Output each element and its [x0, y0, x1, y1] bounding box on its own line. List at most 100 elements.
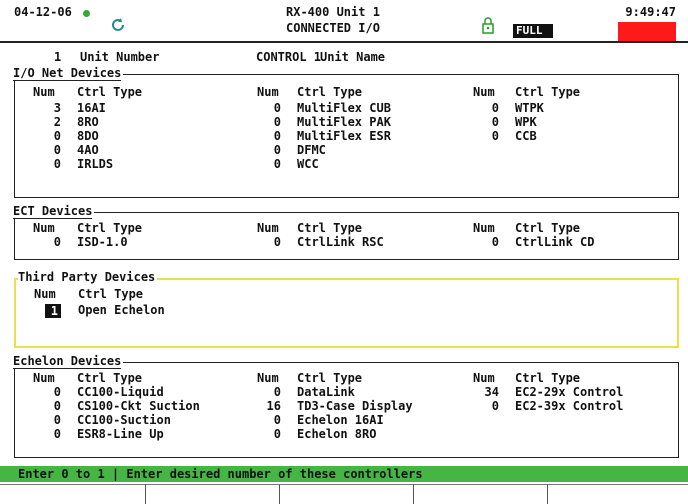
col-header-type: Ctrl Type — [515, 371, 581, 385]
device-count[interactable]: 0 — [465, 129, 499, 143]
refresh-icon[interactable] — [96, 3, 125, 31]
device-count[interactable]: 0 — [247, 235, 281, 249]
col-header-type: Ctrl Type — [77, 85, 143, 99]
device-count[interactable]: 2 — [27, 115, 61, 129]
device-type: 4AO — [77, 143, 99, 157]
third-party-type: Open Echelon — [78, 303, 165, 317]
io-net-devices-panel: I/O Net Devices Num Ctrl Type Num Ctrl T… — [13, 66, 679, 198]
device-type: Echelon 16AI — [297, 413, 384, 427]
device-count[interactable]: 0 — [247, 115, 281, 129]
ect-devices-title: ECT Devices — [13, 204, 95, 219]
unit-name-label: Unit Name — [320, 50, 386, 64]
device-count[interactable]: 0 — [247, 427, 281, 441]
col-header-type: Ctrl Type — [297, 371, 363, 385]
device-type: CtrlLink RSC — [297, 235, 384, 249]
device-count[interactable]: 0 — [465, 101, 499, 115]
function-key-1[interactable] — [0, 484, 146, 504]
header-subtitle: CONNECTED I/O — [286, 21, 380, 35]
device-type: MultiFlex ESR — [297, 129, 391, 143]
device-type: 8DO — [77, 129, 99, 143]
col-header-num: Num — [473, 85, 495, 99]
col-header-num: Num — [34, 287, 56, 301]
device-type: EC2-29x Control — [515, 385, 624, 399]
device-count[interactable]: 0 — [247, 385, 281, 399]
device-count[interactable]: 0 — [27, 157, 61, 171]
device-count[interactable]: 0 — [27, 235, 61, 249]
col-header-num: Num — [257, 371, 279, 385]
ect-devices-panel: ECT Devices Num Ctrl Type Num Ctrl Type … — [13, 204, 679, 260]
device-type: CC100-Liquid — [77, 385, 164, 399]
device-count[interactable]: 0 — [247, 129, 281, 143]
device-type: MultiFlex PAK — [297, 115, 391, 129]
device-count[interactable]: 0 — [27, 427, 61, 441]
lock-icon — [467, 3, 495, 34]
device-count[interactable]: 0 — [465, 399, 499, 413]
col-header-type: Ctrl Type — [78, 287, 144, 301]
device-count[interactable]: 0 — [247, 143, 281, 157]
prompt-text: Enter 0 to 1 | Enter desired number of t… — [18, 467, 423, 481]
col-header-type: Ctrl Type — [77, 221, 143, 235]
device-count[interactable]: 0 — [247, 157, 281, 171]
device-type: TD3-Case Display — [297, 399, 413, 413]
device-type: DFMC — [297, 143, 326, 157]
third-party-devices-panel: Third Party Devices Num Ctrl Type Open E… — [14, 270, 679, 348]
status-dot-icon — [83, 10, 90, 17]
device-count[interactable]: 16 — [247, 399, 281, 413]
device-type: 8RO — [77, 115, 99, 129]
col-header-num: Num — [33, 221, 55, 235]
header-divider — [0, 41, 688, 43]
device-count[interactable]: 0 — [465, 235, 499, 249]
echelon-devices-panel: Echelon Devices Num Ctrl Type Num Ctrl T… — [13, 354, 679, 458]
function-key-2[interactable] — [146, 484, 280, 504]
device-type: MultiFlex CUB — [297, 101, 391, 115]
function-key-5[interactable] — [548, 484, 688, 504]
device-type: DataLink — [297, 385, 355, 399]
device-type: CtrlLink CD — [515, 235, 595, 249]
device-type: ISD-1.0 — [77, 235, 128, 249]
device-type: WCC — [297, 157, 319, 171]
col-header-type: Ctrl Type — [77, 371, 143, 385]
device-count[interactable]: 0 — [27, 385, 61, 399]
col-header-type: Ctrl Type — [515, 85, 581, 99]
io-net-devices-title: I/O Net Devices — [13, 66, 124, 81]
col-header-num: Num — [257, 221, 279, 235]
header-title: RX-400 Unit 1 — [286, 5, 380, 19]
device-count[interactable]: 0 — [27, 399, 61, 413]
alarm-indicator[interactable] — [618, 22, 676, 41]
col-header-num: Num — [33, 371, 55, 385]
device-count[interactable]: 0 — [27, 129, 61, 143]
device-count[interactable]: 0 — [247, 101, 281, 115]
function-key-4[interactable] — [414, 484, 548, 504]
col-header-num: Num — [257, 85, 279, 99]
device-type: WPK — [515, 115, 537, 129]
device-type: EC2-39x Control — [515, 399, 624, 413]
device-type: CC100-Suction — [77, 413, 171, 427]
device-count[interactable]: 34 — [465, 385, 499, 399]
quantity-input-cursor[interactable]: 1 — [45, 304, 61, 318]
device-type: Echelon 8RO — [297, 427, 377, 441]
device-type: CS100-Ckt Suction — [77, 399, 200, 413]
col-header-num: Num — [473, 221, 495, 235]
device-count[interactable]: 0 — [465, 115, 499, 129]
col-header-type: Ctrl Type — [297, 221, 363, 235]
echelon-devices-title: Echelon Devices — [13, 354, 124, 369]
device-count[interactable]: 0 — [27, 413, 61, 427]
header-time: 9:49:47 — [625, 5, 676, 19]
third-party-devices-title: Third Party Devices — [18, 270, 158, 284]
device-count[interactable]: 3 — [27, 101, 61, 115]
device-type: CCB — [515, 129, 537, 143]
unit-name-value[interactable]: CONTROL 1 — [256, 50, 321, 64]
device-type: 16AI — [77, 101, 106, 115]
unit-number-value[interactable]: 1 — [54, 50, 61, 64]
function-key-3[interactable] — [280, 484, 414, 504]
col-header-num: Num — [473, 371, 495, 385]
device-type: IRLDS — [77, 157, 114, 171]
device-count[interactable]: 0 — [247, 413, 281, 427]
col-header-type: Ctrl Type — [515, 221, 581, 235]
device-count[interactable]: 0 — [27, 143, 61, 157]
full-badge: FULL — [513, 24, 553, 38]
unit-number-label: Unit Number — [80, 50, 160, 64]
header-date: 04-12-06 — [14, 5, 72, 19]
device-type: WTPK — [515, 101, 544, 115]
device-type: ESR8-Line Up — [77, 427, 164, 441]
